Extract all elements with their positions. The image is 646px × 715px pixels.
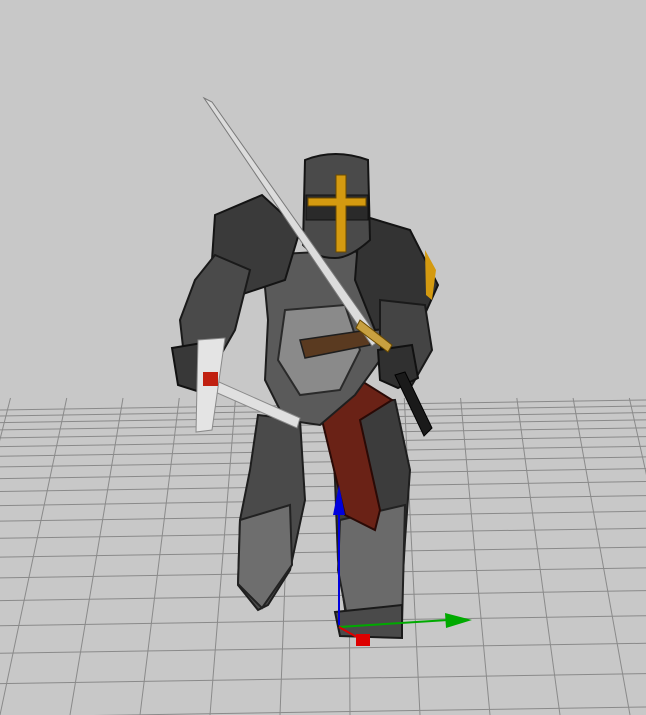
viewport-canvas[interactable] bbox=[0, 0, 646, 715]
knight-model[interactable] bbox=[170, 96, 440, 640]
gizmo-x-handle-icon[interactable] bbox=[356, 634, 370, 646]
grid-line bbox=[0, 445, 646, 457]
grid-line bbox=[0, 615, 646, 627]
grid-line bbox=[209, 397, 237, 715]
grid-line bbox=[628, 397, 646, 476]
grid-line bbox=[0, 510, 646, 522]
grid-line bbox=[0, 527, 646, 539]
grid-line bbox=[460, 397, 491, 715]
grid-line bbox=[0, 456, 646, 468]
grid-line bbox=[403, 397, 421, 715]
grid-line bbox=[0, 436, 646, 448]
grid-line bbox=[93, 706, 646, 715]
grid-line bbox=[0, 495, 646, 507]
knight-left-greave bbox=[236, 503, 294, 610]
grid-line bbox=[0, 642, 646, 654]
grid-line bbox=[0, 480, 646, 492]
knight-right-foot bbox=[333, 603, 403, 640]
grid-line bbox=[572, 397, 631, 715]
grid-line bbox=[0, 673, 646, 685]
grid-line bbox=[516, 397, 561, 715]
grid-line bbox=[0, 468, 646, 480]
grid-line bbox=[139, 397, 180, 715]
grid-line bbox=[0, 427, 646, 439]
gizmo-y-arrow-icon[interactable] bbox=[445, 613, 472, 628]
grid-line bbox=[0, 567, 646, 579]
ground-grid bbox=[0, 397, 646, 715]
grid-line bbox=[0, 590, 646, 602]
knight-short-sword-cross-detail bbox=[203, 372, 218, 386]
3d-viewport[interactable] bbox=[0, 0, 646, 715]
